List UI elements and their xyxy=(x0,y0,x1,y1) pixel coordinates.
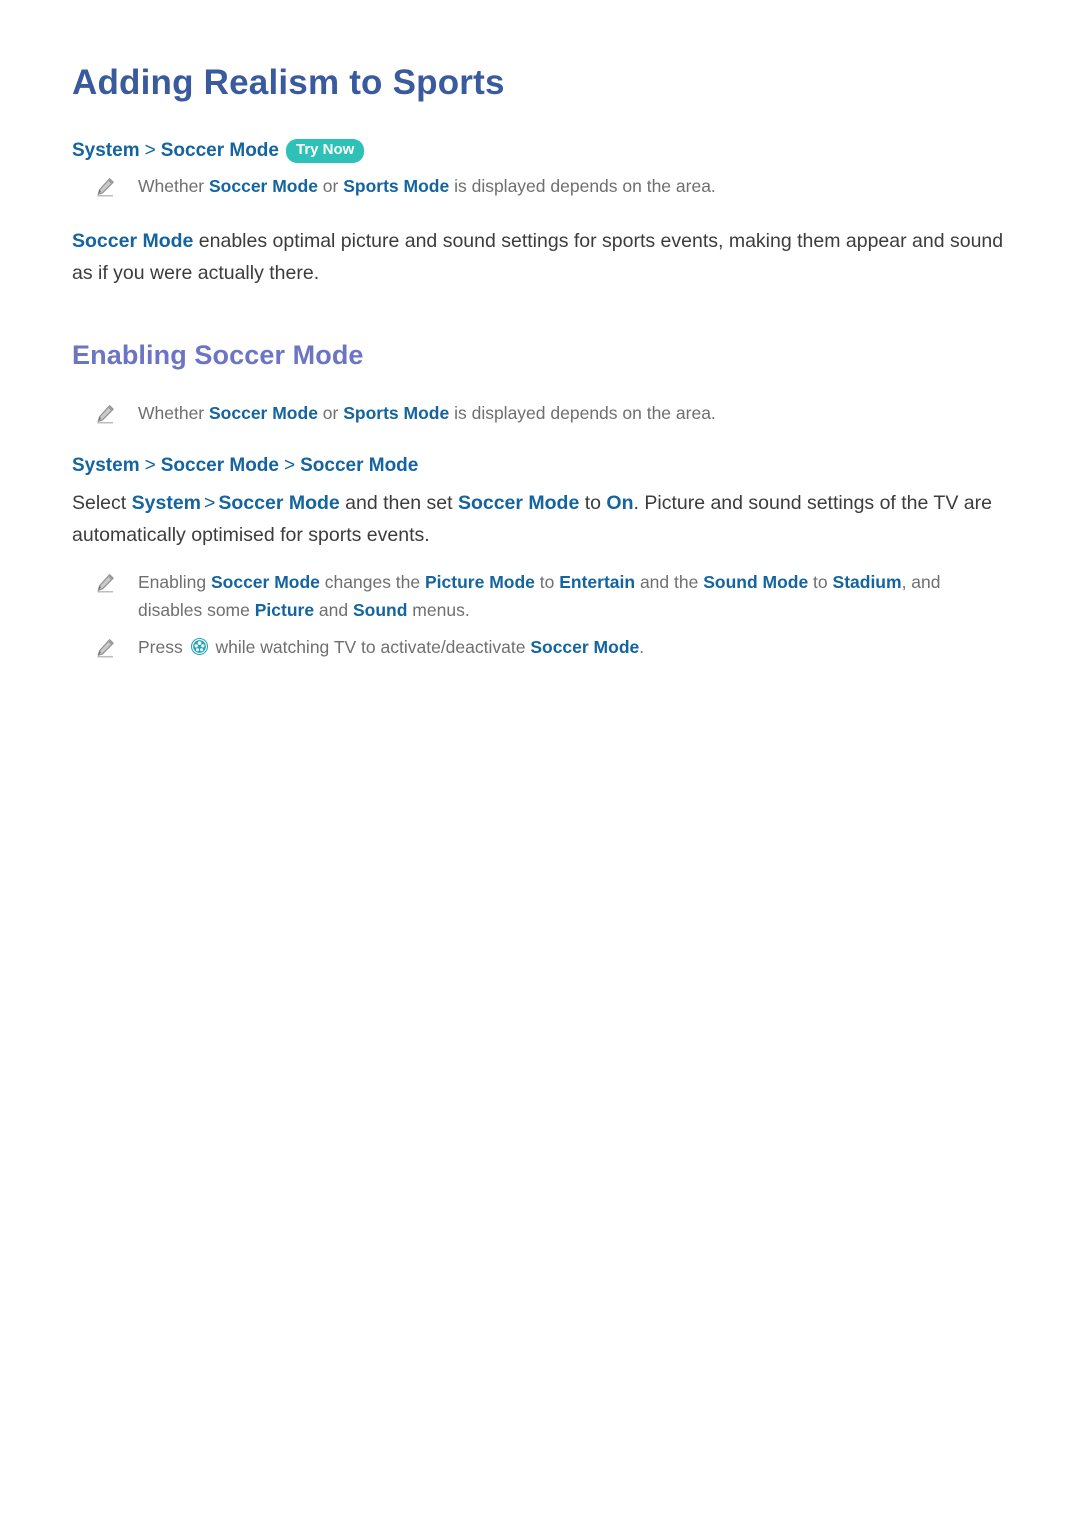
note-text: Whether Soccer Mode or Sports Mode is di… xyxy=(138,400,716,428)
note-text-part: is displayed depends on the area. xyxy=(449,175,716,196)
note-text-part: Whether xyxy=(138,175,209,196)
note-link-sound[interactable]: Sound xyxy=(353,600,407,620)
soccer-ball-icon xyxy=(190,637,209,656)
note-link-sports-mode[interactable]: Sports Mode xyxy=(343,176,449,196)
pencil-icon xyxy=(94,176,116,198)
paragraph-text-part: to xyxy=(579,492,607,515)
note-text-part: Whether xyxy=(138,402,209,423)
breadcrumb-separator-icon: > xyxy=(144,455,156,477)
breadcrumb-top: System > Soccer Mode Try Now xyxy=(72,138,1008,164)
note-text-part: changes the xyxy=(319,572,425,593)
note-item: Whether Soccer Mode or Sports Mode is di… xyxy=(72,400,1008,428)
note-text-part: and the xyxy=(635,572,704,593)
note-link-soccer-mode[interactable]: Soccer Mode xyxy=(211,572,320,592)
note-link-sound-mode[interactable]: Sound Mode xyxy=(703,572,808,592)
page-title: Adding Realism to Sports xyxy=(72,63,505,102)
breadcrumb-item-soccer-mode[interactable]: Soccer Mode xyxy=(161,140,279,161)
note-text-part: menus. xyxy=(407,599,470,620)
pencil-icon xyxy=(94,403,116,425)
note-text-part: . xyxy=(639,636,645,657)
note-link-soccer-mode[interactable]: Soccer Mode xyxy=(209,403,318,423)
note-text-part: to xyxy=(808,572,833,593)
section-title: Enabling Soccer Mode xyxy=(72,340,364,371)
select-paragraph: Select System > Soccer Mode and then set S… xyxy=(72,488,1008,551)
try-now-badge[interactable]: Try Now xyxy=(285,139,365,163)
note-link-entertain[interactable]: Entertain xyxy=(559,572,635,592)
note-text: Whether Soccer Mode or Sports Mode is di… xyxy=(138,173,716,201)
breadcrumb-item-system[interactable]: System xyxy=(72,455,140,476)
note-link-picture-mode[interactable]: Picture Mode xyxy=(425,572,535,592)
note-text: Enabling Soccer Mode changes the Picture… xyxy=(138,569,1008,624)
note-link-picture[interactable]: Picture xyxy=(255,600,314,620)
breadcrumb-item-soccer-mode[interactable]: Soccer Mode xyxy=(161,455,279,476)
note-text-part: while watching TV to activate/deactivate xyxy=(210,636,531,657)
note-text: Press while watching TV to activate/deac… xyxy=(138,634,644,662)
note-link-soccer-mode[interactable]: Soccer Mode xyxy=(530,637,639,657)
note-text-part: Enabling xyxy=(138,572,211,593)
note-item: Whether Soccer Mode or Sports Mode is di… xyxy=(72,173,1008,201)
breadcrumb-section: System > Soccer Mode > Soccer Mode xyxy=(72,453,1008,479)
note-text-part: Press xyxy=(138,636,188,657)
note-text-part: to xyxy=(534,572,560,593)
paragraph-link-soccer-mode[interactable]: Soccer Mode xyxy=(72,230,193,252)
note-link-sports-mode[interactable]: Sports Mode xyxy=(343,403,449,423)
breadcrumb-item-soccer-mode-setting[interactable]: Soccer Mode xyxy=(300,455,418,476)
paragraph-link-on[interactable]: On xyxy=(606,492,633,514)
note-item: Enabling Soccer Mode changes the Picture… xyxy=(72,569,1008,624)
paragraph-text-part: Select xyxy=(72,492,132,515)
paragraph-link-soccer-mode[interactable]: Soccer Mode xyxy=(218,492,339,514)
paragraph-separator-icon: > xyxy=(204,492,216,515)
paragraph-link-system[interactable]: System xyxy=(132,492,201,514)
pencil-icon xyxy=(94,637,116,659)
intro-paragraph: Soccer Mode enables optimal picture and … xyxy=(72,226,1008,289)
note-link-stadium[interactable]: Stadium xyxy=(833,572,902,592)
breadcrumb-item-system[interactable]: System xyxy=(72,140,140,161)
note-text-part: and xyxy=(314,599,353,620)
breadcrumb-separator-icon: > xyxy=(283,455,296,477)
paragraph-link-soccer-mode-setting[interactable]: Soccer Mode xyxy=(458,492,579,514)
pencil-icon xyxy=(94,572,116,594)
document-page: Adding Realism to Sports System > Soccer M… xyxy=(0,0,1080,1527)
breadcrumb-separator-icon: > xyxy=(144,140,156,161)
paragraph-text-part: and then set xyxy=(339,492,458,515)
note-text-part: is displayed depends on the area. xyxy=(449,402,716,423)
note-text-part: or xyxy=(317,175,344,196)
note-link-soccer-mode[interactable]: Soccer Mode xyxy=(209,176,318,196)
note-item: Press while watching TV to activate/deac… xyxy=(72,634,1008,662)
paragraph-text-part: enables optimal picture and sound settin… xyxy=(72,230,1004,284)
note-text-part: or xyxy=(317,402,344,423)
